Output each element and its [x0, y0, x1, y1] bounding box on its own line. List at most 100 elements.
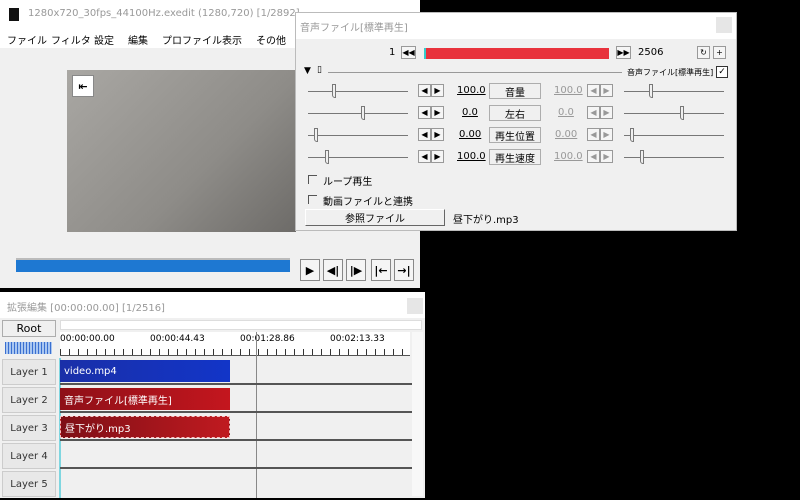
start-value[interactable]: 0.0 — [462, 107, 478, 118]
decrement-icon[interactable]: ◀ — [418, 128, 431, 141]
decrement-icon[interactable]: ◀ — [418, 84, 431, 97]
object-name: 音声ファイル[標準再生] — [627, 68, 714, 77]
row-divider — [60, 439, 412, 441]
tick-label: 00:02:13.33 — [330, 334, 385, 344]
close-button[interactable] — [716, 17, 732, 33]
end-value[interactable]: 0.00 — [555, 129, 577, 140]
vertical-scrollbar[interactable] — [412, 332, 423, 496]
loop-label: ループ再生 — [323, 177, 373, 188]
start-slider[interactable] — [308, 128, 408, 142]
timeline-title-bar: 拡張編集 [00:00:00.00] [1/2516] — [0, 292, 425, 318]
start-value[interactable]: 100.0 — [457, 85, 486, 96]
layer-3-label[interactable]: Layer 3 — [2, 415, 56, 441]
next-frame-icon[interactable]: |▶ — [346, 259, 366, 281]
end-slider[interactable] — [624, 106, 724, 120]
root-button[interactable]: Root — [2, 320, 56, 337]
increment-icon[interactable]: ▶ — [431, 106, 444, 119]
clip-mp3[interactable]: 昼下がり.mp3 — [60, 416, 230, 438]
close-button[interactable] — [407, 298, 423, 314]
end-value[interactable]: 100.0 — [554, 85, 583, 96]
end-value[interactable]: 0.0 — [558, 107, 574, 118]
layer-1-label[interactable]: Layer 1 — [2, 359, 56, 385]
collapse-triangle-icon[interactable]: ▼ — [304, 66, 311, 76]
reference-file-button[interactable]: 参照ファイル — [305, 209, 445, 226]
link-checkbox[interactable] — [308, 195, 317, 204]
divider — [328, 72, 622, 73]
zoom-gauge[interactable] — [5, 342, 52, 354]
decrement-icon[interactable]: ◀ — [418, 150, 431, 163]
menu-other[interactable]: その他 — [256, 32, 286, 47]
start-frame: 1 — [389, 47, 396, 58]
increment-icon[interactable]: ▶ — [600, 128, 613, 141]
ruler-ticks — [60, 349, 410, 355]
menu-view[interactable]: 表示 — [222, 32, 242, 47]
layer-4-label[interactable]: Layer 4 — [2, 443, 56, 469]
decrement-icon[interactable]: ◀ — [587, 84, 600, 97]
layer-2-label[interactable]: Layer 2 — [2, 387, 56, 413]
end-value[interactable]: 100.0 — [554, 151, 583, 162]
jump-end-icon[interactable]: →| — [394, 259, 414, 281]
menu-edit[interactable]: 編集 — [128, 32, 148, 47]
start-value[interactable]: 100.0 — [457, 151, 486, 162]
increment-icon[interactable]: ▶ — [431, 84, 444, 97]
jump-start-icon[interactable]: ⇤ — [72, 75, 94, 97]
increment-icon[interactable]: ▶ — [431, 150, 444, 163]
end-slider[interactable] — [624, 150, 724, 164]
video-preview: ⇤ — [67, 70, 296, 232]
tick-label: 00:01:28.86 — [240, 334, 295, 344]
menu-profile[interactable]: プロファイル — [162, 32, 222, 47]
menu-file[interactable]: ファイル — [7, 32, 47, 47]
menu-settings[interactable]: 設定 — [94, 32, 114, 47]
seek-bar[interactable] — [16, 258, 290, 272]
window-title: 1280x720_30fps_44100Hz.exedit (1280,720)… — [28, 8, 300, 19]
increment-icon[interactable]: ▶ — [600, 106, 613, 119]
clip-audio-file[interactable]: 音声ファイル[標準再生] — [60, 388, 230, 410]
tick-label: 00:00:44.43 — [150, 334, 205, 344]
horizontal-scrollbar[interactable] — [60, 320, 422, 330]
start-slider[interactable] — [308, 84, 408, 98]
decrement-icon[interactable]: ◀ — [587, 128, 600, 141]
end-slider[interactable] — [624, 128, 724, 142]
app-icon — [9, 8, 19, 21]
increment-icon[interactable]: ▶ — [600, 150, 613, 163]
decrement-icon[interactable]: ◀ — [418, 106, 431, 119]
end-frame: 2506 — [638, 47, 664, 58]
prev-frame-icon[interactable]: ◀| — [323, 259, 343, 281]
param-button[interactable]: 再生位置 — [489, 127, 541, 143]
loop-checkbox[interactable] — [308, 175, 317, 184]
increment-icon[interactable]: ▶ — [431, 128, 444, 141]
time-ruler: 00:00:00.00 00:00:44.43 00:01:28.86 00:0… — [60, 332, 410, 356]
start-slider[interactable] — [308, 150, 408, 164]
row-divider — [60, 411, 412, 413]
play-icon[interactable]: ▶ — [300, 259, 320, 281]
link-label: 動画ファイルと連携 — [323, 197, 413, 208]
enable-checkbox[interactable]: ✓ — [716, 66, 728, 78]
decrement-icon[interactable]: ◀ — [587, 106, 600, 119]
layer-5-label[interactable]: Layer 5 — [2, 471, 56, 497]
mouse-icon: ▯ — [317, 65, 322, 75]
row-divider — [60, 383, 412, 385]
frame-range-bar[interactable] — [424, 48, 609, 59]
param-button[interactable]: 音量 — [489, 83, 541, 99]
param-button[interactable]: 左右 — [489, 105, 541, 121]
timeline-title: 拡張編集 [00:00:00.00] [1/2516] — [7, 303, 165, 314]
menu-filter[interactable]: フィルタ — [51, 32, 91, 47]
end-slider[interactable] — [624, 84, 724, 98]
refresh-icon[interactable]: ↻ — [697, 46, 710, 59]
start-slider[interactable] — [308, 106, 408, 120]
jump-start-icon[interactable]: |← — [371, 259, 391, 281]
decrement-icon[interactable]: ◀ — [587, 150, 600, 163]
add-icon[interactable]: + — [713, 46, 726, 59]
rewind-icon[interactable]: ◀◀ — [401, 46, 416, 59]
increment-icon[interactable]: ▶ — [600, 84, 613, 97]
timeline-window: 拡張編集 [00:00:00.00] [1/2516] Root 00:00:0… — [0, 292, 425, 498]
dialog-title-bar: 音声ファイル[標準再生] — [296, 13, 736, 39]
audio-dialog: 音声ファイル[標準再生] 1 ◀◀ ▶▶ 2506 ↻ + ▼ ▯ 音声ファイル… — [295, 12, 737, 231]
param-button[interactable]: 再生速度 — [489, 149, 541, 165]
start-value[interactable]: 0.00 — [459, 129, 481, 140]
clip-video[interactable]: video.mp4 — [60, 360, 230, 382]
marker-line — [256, 332, 257, 498]
fast-forward-icon[interactable]: ▶▶ — [616, 46, 631, 59]
row-divider — [60, 467, 412, 469]
dialog-title: 音声ファイル[標準再生] — [300, 23, 408, 34]
